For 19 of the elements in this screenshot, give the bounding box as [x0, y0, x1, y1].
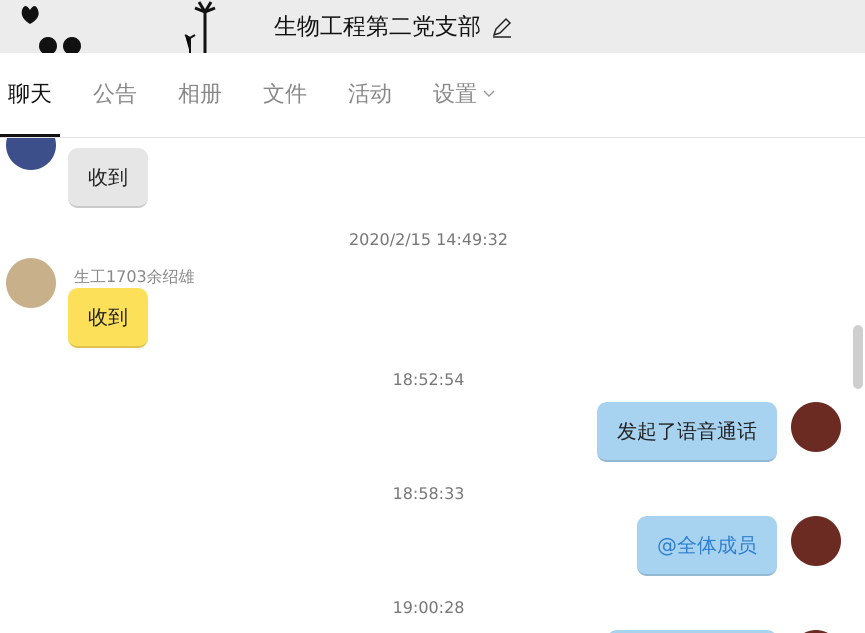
tab[interactable]: 设置 — [425, 53, 503, 137]
group-title: 生物工程第二党支部 — [274, 13, 481, 42]
tab[interactable]: 文件 — [255, 53, 315, 137]
message-bubble: @全体成员 — [637, 516, 777, 576]
tab[interactable]: 公告 — [85, 53, 145, 137]
timestamp: 2020/2/15 14:49:32 — [348, 230, 509, 250]
message-bubble: 发起了语音通话 — [597, 402, 777, 462]
scrollbar-thumb[interactable] — [853, 325, 863, 389]
message-bubble: 收到 — [68, 288, 148, 348]
timestamp: 18:58:33 — [392, 484, 466, 504]
tab[interactable]: 活动 — [340, 53, 400, 137]
timestamp: 19:00:28 — [392, 598, 466, 618]
message-bubble: 收到 — [68, 148, 148, 208]
tab[interactable]: 相册 — [170, 53, 230, 137]
avatar[interactable] — [791, 516, 841, 566]
timestamp: 18:52:54 — [392, 370, 466, 390]
avatar[interactable] — [791, 402, 841, 452]
edit-icon[interactable] — [491, 16, 513, 38]
sender-name: 生工1703余绍雄 — [74, 268, 195, 286]
